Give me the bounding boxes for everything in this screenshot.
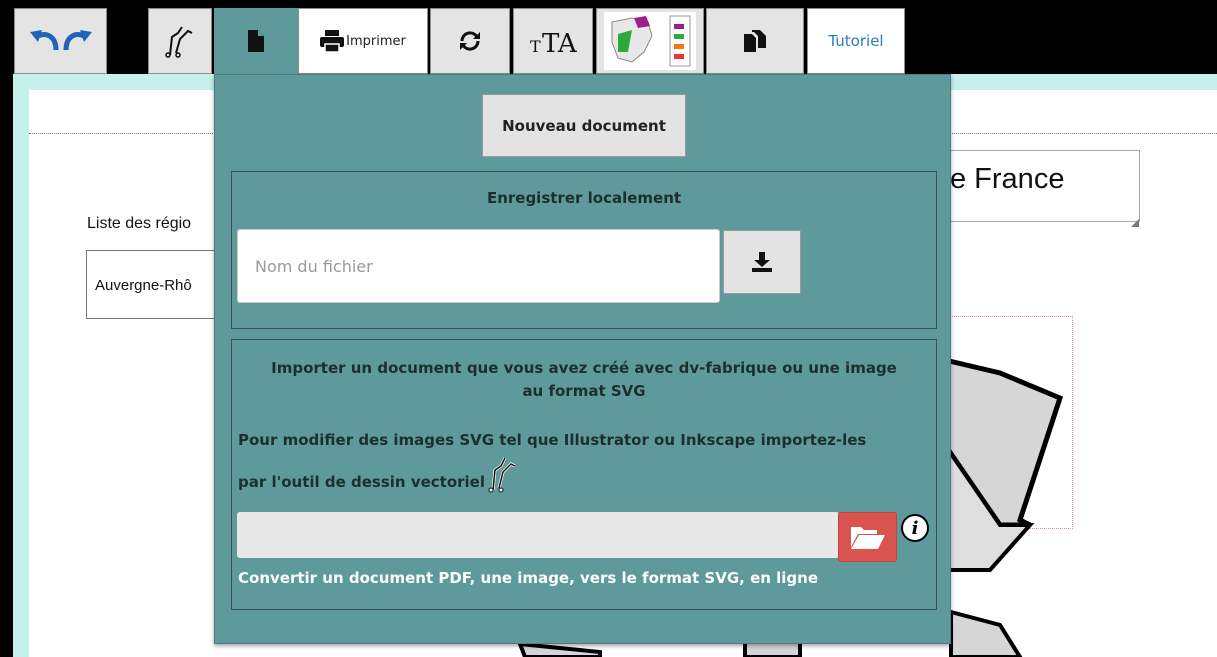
import-description-line1: Importer un document que vous avez créé … [271, 359, 897, 377]
vector-tool-hint: par l'outil de dessin vectoriel [238, 456, 517, 494]
document-menu-panel: Nouveau document Enregistrer localement … [214, 74, 951, 644]
save-section-title: Enregistrer localement [486, 189, 682, 207]
download-icon [752, 252, 772, 272]
vector-tool-hint-text: par l'outil de dessin vectoriel [238, 473, 485, 491]
info-icon[interactable]: i [901, 514, 929, 542]
new-document-button[interactable]: Nouveau document [482, 94, 686, 157]
save-locally-section: Enregistrer localement [231, 171, 937, 329]
convert-pdf-link[interactable]: Convertir un document PDF, une image, ve… [238, 569, 818, 587]
app-window: Imprimer T TA Tutoriel e France Liste de… [0, 0, 1217, 657]
svg-edit-hint: Pour modifier des images SVG tel que Ill… [238, 431, 867, 449]
import-section: Importer un document que vous avez créé … [231, 339, 937, 610]
pen-tool-icon [488, 456, 516, 492]
browse-file-button[interactable] [838, 512, 897, 562]
filename-input[interactable] [237, 229, 720, 303]
import-description-line2: au format SVG [522, 382, 646, 400]
import-description: Importer un document que vous avez créé … [232, 357, 936, 403]
file-path-input[interactable] [237, 512, 839, 558]
folder-open-icon [850, 527, 885, 549]
download-button[interactable] [723, 230, 801, 294]
